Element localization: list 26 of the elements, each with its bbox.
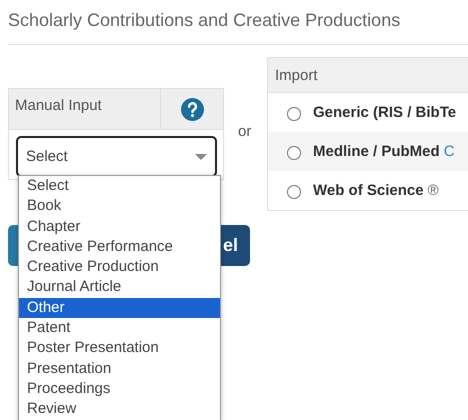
link[interactable]: C (444, 143, 455, 160)
radio-button[interactable] (287, 107, 301, 121)
dropdown-option[interactable]: Presentation (19, 358, 220, 379)
dropdown-option[interactable]: Proceedings (19, 378, 220, 400)
dropdown-option[interactable]: Review (19, 399, 220, 420)
caret-icon (195, 154, 207, 160)
dropdown-option[interactable]: Poster Presentation (19, 338, 220, 359)
or-text: or (238, 123, 252, 140)
dropdown-option[interactable]: Select (19, 176, 220, 196)
radio-button[interactable] (287, 146, 301, 160)
dropdown-option[interactable]: Other (19, 298, 220, 318)
dropdown-option[interactable]: Chapter (19, 216, 220, 237)
dropdown-option[interactable]: Book (19, 196, 220, 217)
radio-button[interactable] (287, 185, 301, 199)
panel-header: Import (275, 66, 318, 84)
dropdown-option[interactable]: Journal Article (19, 277, 220, 298)
page-title: Scholarly Contributions and Creative Productions (8, 10, 402, 32)
dropdown-option[interactable]: Creative Production (19, 257, 220, 278)
help-icon[interactable] (180, 98, 204, 120)
dropdown-option[interactable]: Creative Performance (19, 236, 220, 258)
import-option-label: Generic (RIS / BibTe (313, 104, 456, 121)
panel-header: Manual Input (9, 89, 161, 129)
import-option-label: Medline / PubMed (313, 143, 440, 160)
dropdown-option[interactable]: Patent (19, 318, 220, 338)
registered-mark: ® (428, 182, 439, 199)
import-option-label: Web of Science (313, 182, 424, 199)
